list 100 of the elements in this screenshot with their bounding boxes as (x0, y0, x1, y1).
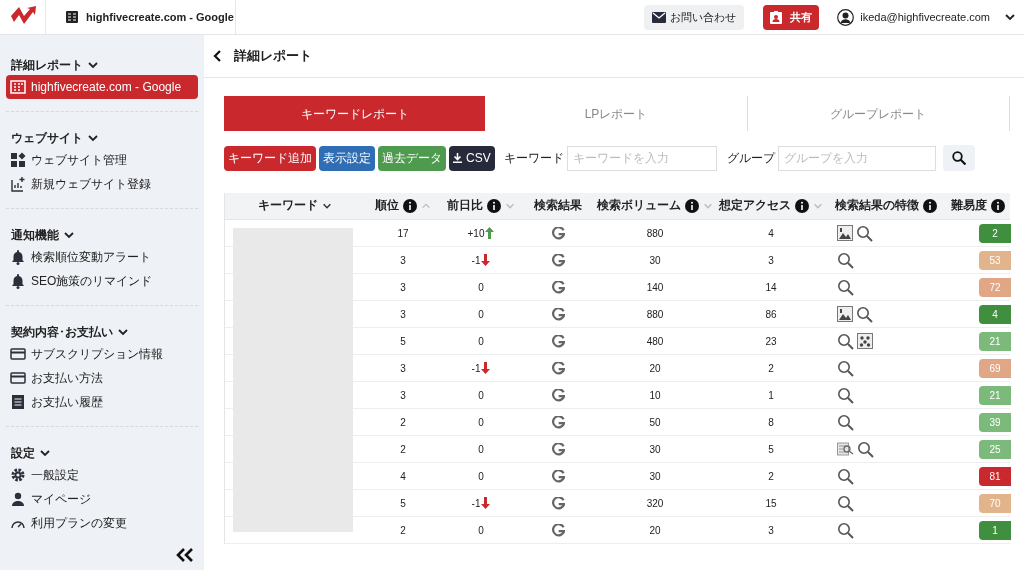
section-heading[interactable]: 詳細レポート (6, 55, 198, 75)
sidebar-item[interactable]: 検索順位変動アラート (6, 245, 198, 269)
column-header[interactable]: 検索ボリューム (595, 193, 715, 219)
sidebar-item[interactable]: 一般設定 (6, 463, 198, 487)
google-icon (551, 496, 565, 510)
mail-icon (652, 11, 667, 23)
access-cell-text: 2 (767, 361, 775, 376)
google-icon (551, 361, 565, 375)
sort-up-icon (421, 201, 431, 211)
csv-button[interactable]: CSV (449, 145, 495, 171)
search-icon (837, 251, 854, 269)
report-tab[interactable]: LPレポート (485, 96, 748, 131)
down-arrow-icon (481, 362, 491, 374)
volume-cell-text: 10 (648, 388, 662, 403)
search-icon (837, 521, 854, 539)
report-tab[interactable]: グループレポート (747, 96, 1010, 131)
search-icon (837, 467, 854, 485)
column-header[interactable]: 想定アクセス (715, 193, 827, 219)
difficulty-badge: 39 (979, 412, 1011, 432)
search-icon (837, 332, 854, 350)
access-cell-text: 4 (767, 226, 775, 241)
column-header[interactable]: 順位 (365, 193, 441, 219)
column-header[interactable]: キーワード (225, 193, 365, 219)
rank-cell-text: 3 (399, 361, 407, 376)
group-input[interactable]: グループを入力 (777, 145, 936, 171)
sidebar-item[interactable]: 新規ウェブサイト登録 (6, 172, 198, 196)
search-icon (951, 151, 966, 165)
volume-cell-text: 30 (648, 253, 662, 268)
chevron-down-icon (813, 201, 823, 211)
search-icon (856, 224, 873, 242)
column-header[interactable]: 前日比 (441, 193, 521, 219)
rank-cell-text: 3 (399, 388, 407, 403)
action-button[interactable]: 表示設定 (319, 145, 375, 171)
search-icon (837, 494, 854, 512)
chevron-down-icon (117, 326, 129, 338)
volume-cell-text: 140 (645, 280, 665, 295)
google-icon (551, 523, 565, 537)
chevron-down-icon (87, 132, 99, 144)
column-header[interactable]: 難易度 (945, 193, 1011, 219)
report-tab[interactable]: キーワードレポート (224, 96, 486, 131)
volume-cell-text: 50 (648, 415, 662, 430)
keyword-input[interactable]: キーワードを入力 (566, 145, 717, 171)
download-icon (453, 153, 462, 163)
google-icon (551, 334, 565, 348)
change-value: +10 (467, 226, 485, 241)
up-arrow-icon (485, 227, 495, 239)
contact-button[interactable]: お問い合わせ (644, 4, 745, 30)
difficulty-badge: 21 (979, 385, 1011, 405)
rank-cell-text: 5 (399, 334, 407, 349)
section-heading[interactable]: 契約内容･お支払い (6, 322, 198, 342)
search-icon (857, 440, 874, 458)
image-icon (837, 225, 853, 241)
rank-cell-text: 2 (399, 415, 407, 430)
volume-cell-text: 880 (645, 226, 665, 241)
sidebar-item[interactable]: ウェブサイト管理 (6, 148, 198, 172)
difficulty-badge: 69 (979, 358, 1011, 378)
chart-add-icon (10, 176, 26, 192)
chevron-down-icon (87, 59, 99, 71)
sidebar-item[interactable]: サブスクリプション情報 (6, 342, 198, 366)
access-cell-text: 86 (764, 307, 778, 322)
change-value: 0 (478, 469, 484, 484)
rank-cell-text: 3 (399, 253, 407, 268)
sidebar-item[interactable]: highfivecreate.com - Google (6, 75, 198, 99)
action-button[interactable]: キーワード追加 (224, 145, 316, 171)
sidebar-item[interactable]: お支払い履歴 (6, 390, 198, 414)
down-arrow-icon (481, 254, 491, 266)
volume-cell-text: 880 (645, 307, 665, 322)
access-cell-text: 5 (767, 442, 775, 457)
difficulty-badge: 4 (979, 304, 1011, 324)
change-value: 0 (478, 415, 484, 430)
badge-icon (770, 10, 783, 24)
section-heading[interactable]: 設定 (6, 443, 198, 463)
credit-card-icon (10, 370, 26, 386)
search-icon (856, 305, 873, 323)
access-cell-text: 2 (767, 469, 775, 484)
change-value: -1 (471, 361, 481, 376)
image-icon (837, 306, 853, 322)
search-icon (837, 413, 854, 431)
section-heading[interactable]: 通知機能 (6, 225, 198, 245)
column-header[interactable]: 検索結果の特徴 (827, 193, 945, 219)
search-button[interactable] (942, 145, 975, 171)
sidebar-item[interactable]: 利用プランの変更 (6, 511, 198, 535)
sidebar-item[interactable]: お支払い方法 (6, 366, 198, 390)
column-header[interactable]: 検索結果 (521, 193, 595, 219)
section-heading[interactable]: ウェブサイト (6, 128, 198, 148)
access-cell-text: 3 (767, 523, 775, 538)
google-icon (551, 415, 565, 429)
change-value: 0 (478, 307, 484, 322)
volume-cell-text: 30 (648, 442, 662, 457)
difficulty-badge: 53 (979, 250, 1011, 270)
difficulty-badge: 2 (979, 223, 1011, 243)
person-icon (10, 491, 26, 507)
share-button[interactable]: 共有 (763, 4, 820, 30)
bell-icon (10, 273, 26, 289)
sidebar-item[interactable]: SEO施策のリマインド (6, 269, 198, 293)
difficulty-badge: 81 (979, 466, 1011, 486)
sidebar-item[interactable]: マイページ (6, 487, 198, 511)
credit-card-icon (10, 346, 26, 362)
user-menu[interactable]: ikeda@highfivecreate.com (837, 8, 1016, 26)
volume-cell-text: 320 (645, 496, 665, 511)
